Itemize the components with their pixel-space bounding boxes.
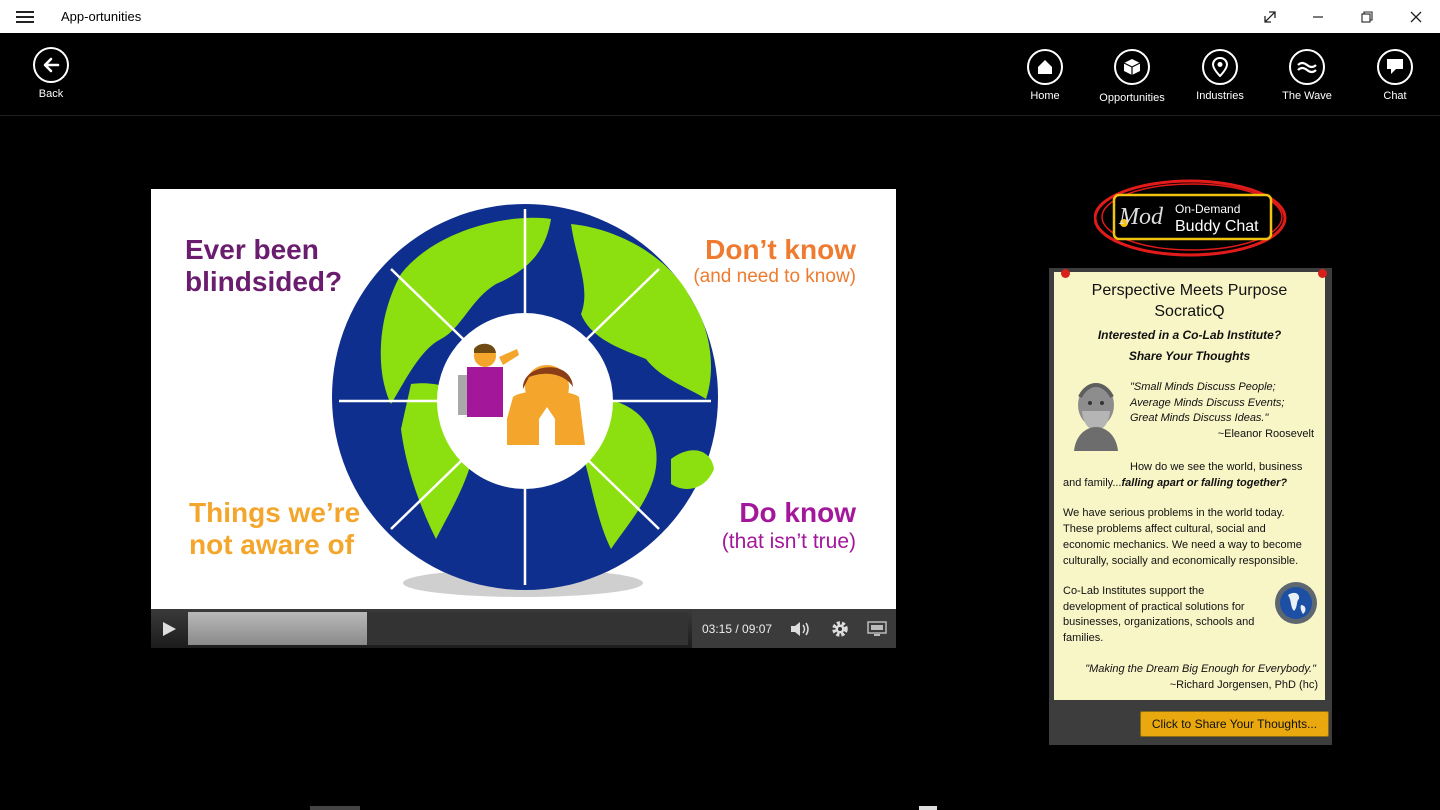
closing-quote: "Making the Dream Big Enough for Everybo… [1085,663,1316,675]
minimize-icon[interactable] [1295,0,1341,33]
video-frame[interactable]: Ever been blindsided? Don’t know (and nee… [151,189,896,609]
globe-badge-icon [1274,581,1318,625]
slide-text-do-know: Do know (that isn’t true) [721,497,856,553]
pin-icon [1318,269,1327,278]
home-icon [1027,49,1063,85]
wave-icon [1289,49,1325,85]
slide-text-dont-know: Don’t know (and need to know) [693,234,856,287]
brand-mod: Mod [1119,204,1163,230]
video-time: 03:15 / 09:07 [702,622,773,636]
nav-the-wave-label: The Wave [1282,90,1332,102]
closing-author: ~Richard Jorgensen, PhD (hc) [1169,679,1318,691]
nav-chat-label: Chat [1383,90,1407,102]
settings-gear-icon[interactable] [830,619,850,644]
progress-fill [188,612,367,645]
restore-icon[interactable] [1344,0,1390,33]
nav-opportunities-label: Opportunities [1099,92,1165,104]
fullscreen-icon[interactable] [867,621,887,642]
video-controls: 03:15 / 09:07 [151,609,896,648]
expand-icon[interactable] [1247,0,1293,33]
slide-text-blindsided: Ever been blindsided? [185,234,343,297]
panel-heading: Perspective Meets Purpose SocraticQ [1091,282,1288,320]
socraticq-panel: Perspective Meets Purpose SocraticQ Inte… [1049,268,1332,745]
panel-subheading: Interested in a Co-Lab Institute? Share … [1097,328,1282,363]
back-label: Back [38,88,64,100]
back-arrow-icon [33,47,69,83]
share-thoughts-button[interactable]: Click to Share Your Thoughts... [1140,711,1329,737]
title-bar: App-ortunities [0,0,1440,33]
note-paper: Perspective Meets Purpose SocraticQ Inte… [1054,269,1327,700]
brand-line2: Buddy Chat [1175,218,1259,235]
volume-icon[interactable] [789,620,813,643]
nav-opportunities[interactable]: Opportunities [1092,49,1172,104]
scrollbar-thumb[interactable] [919,806,937,810]
nav-chat[interactable]: Chat [1355,49,1435,102]
scrollbar-fragment [310,806,360,810]
hamburger-menu-icon[interactable] [16,8,34,24]
roosevelt-author: ~Eleanor Roosevelt [1217,428,1314,440]
chat-bubble-icon [1377,49,1413,85]
paragraph-colab: Co-Lab Institutes support the developmen… [1063,585,1255,644]
pin-icon [1061,269,1070,278]
nav-bar: Back Home Opportunities Industries The W… [0,33,1440,116]
location-pin-icon [1202,49,1238,85]
paragraph-problems: We have serious problems in the world to… [1063,507,1302,567]
socrates-bust-image [1068,375,1124,451]
progress-track[interactable] [188,612,688,645]
nav-the-wave[interactable]: The Wave [1267,49,1347,102]
roosevelt-quote: "Small Minds Discuss People; Average Min… [1130,381,1285,424]
nav-industries-label: Industries [1196,90,1244,102]
nav-home[interactable]: Home [1005,49,1085,102]
brand-line1: On-Demand [1175,202,1241,216]
close-icon[interactable] [1393,0,1439,33]
nav-home-label: Home [1030,90,1060,102]
play-icon[interactable] [159,619,179,644]
buddy-chat-logo[interactable]: Mod On-Demand Buddy Chat [1094,178,1290,258]
nav-industries[interactable]: Industries [1180,49,1260,102]
back-button[interactable]: Back [11,47,91,100]
paragraph-world: How do we see the world, business and fa… [1063,461,1303,489]
cube-icon [1114,49,1150,85]
slide-text-not-aware: Things we’re not aware of [189,497,361,560]
app-title: App-ortunities [61,9,142,24]
